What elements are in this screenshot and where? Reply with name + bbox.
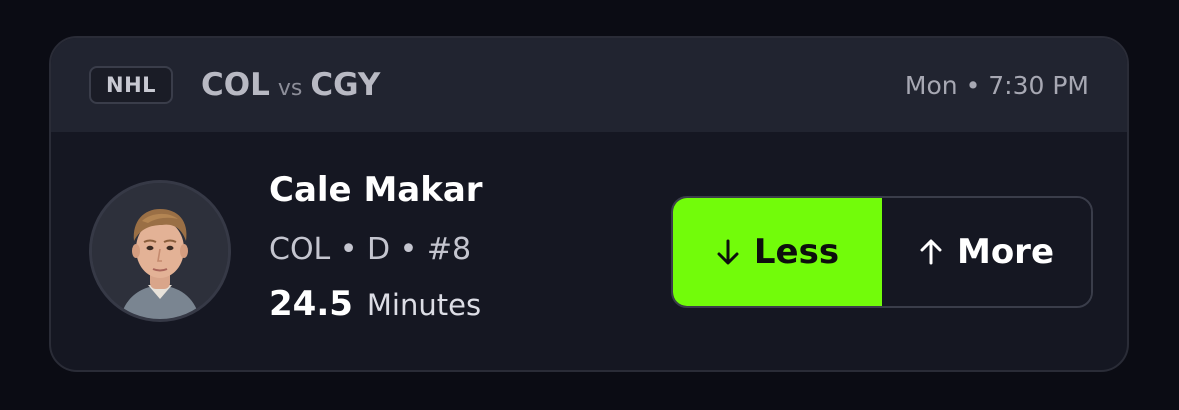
player-meta: COL • D • #8: [269, 232, 472, 267]
pick-toggle: Less More: [671, 196, 1093, 308]
player-name: Cale Makar: [269, 170, 483, 210]
card-body: Cale Makar COL • D • #8 24.5 Minutes Les…: [51, 132, 1127, 370]
projection-stat-label: Minutes: [366, 288, 482, 322]
more-button[interactable]: More: [882, 198, 1091, 306]
game-time: Mon • 7:30 PM: [904, 70, 1089, 100]
more-label: More: [956, 232, 1055, 272]
home-team: COL: [201, 67, 270, 103]
league-badge: NHL: [89, 66, 174, 104]
card-header: NHL COL vs CGY Mon • 7:30 PM: [51, 38, 1127, 132]
less-button[interactable]: Less: [673, 198, 882, 306]
projection-line: 24.5 Minutes: [269, 284, 481, 324]
projection-card: NHL COL vs CGY Mon • 7:30 PM Cale Makar …: [49, 36, 1129, 372]
player-photo: [92, 183, 228, 319]
arrow-down-icon: [716, 238, 740, 266]
vs-label: vs: [277, 76, 303, 101]
matchup: COL vs CGY: [201, 67, 380, 103]
away-team: CGY: [310, 67, 381, 103]
player-avatar: [89, 180, 231, 322]
projection-value: 24.5: [269, 284, 353, 324]
arrow-up-icon: [919, 238, 943, 266]
less-label: Less: [753, 232, 840, 272]
